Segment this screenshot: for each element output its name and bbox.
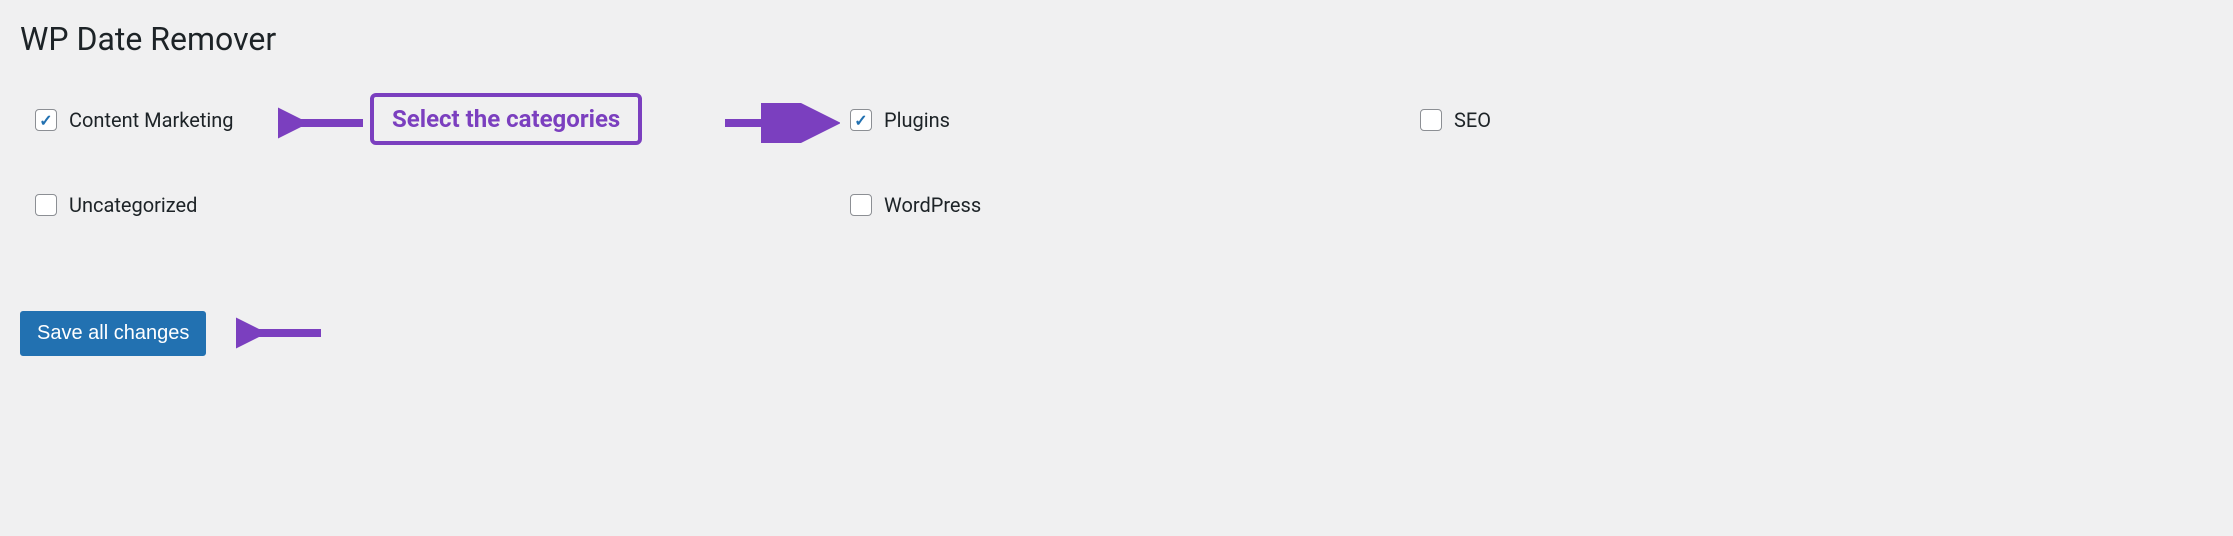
category-item-seo: SEO [1420,108,1491,132]
categories-container: Content Marketing Plugins SEO Uncategori… [20,98,2213,268]
category-label: WordPress [884,193,981,217]
category-label: SEO [1454,108,1491,132]
annotation-callout: Select the categories [370,93,642,145]
category-item-content-marketing: Content Marketing [35,108,234,132]
checkbox-uncategorized[interactable] [35,194,57,216]
category-label: Plugins [884,108,950,132]
save-row: Save all changes [20,308,2213,358]
arrow-right-icon [720,103,840,143]
category-label: Content Marketing [69,108,234,132]
checkbox-seo[interactable] [1420,109,1442,131]
arrow-left-icon [278,103,368,143]
page-title: WP Date Remover [20,20,2213,58]
checkbox-content-marketing[interactable] [35,109,57,131]
arrow-save-icon [236,308,326,358]
category-item-plugins: Plugins [850,108,950,132]
save-button[interactable]: Save all changes [20,311,206,356]
category-item-uncategorized: Uncategorized [35,193,197,217]
category-label: Uncategorized [69,193,197,217]
checkbox-wordpress[interactable] [850,194,872,216]
checkbox-plugins[interactable] [850,109,872,131]
category-item-wordpress: WordPress [850,193,981,217]
